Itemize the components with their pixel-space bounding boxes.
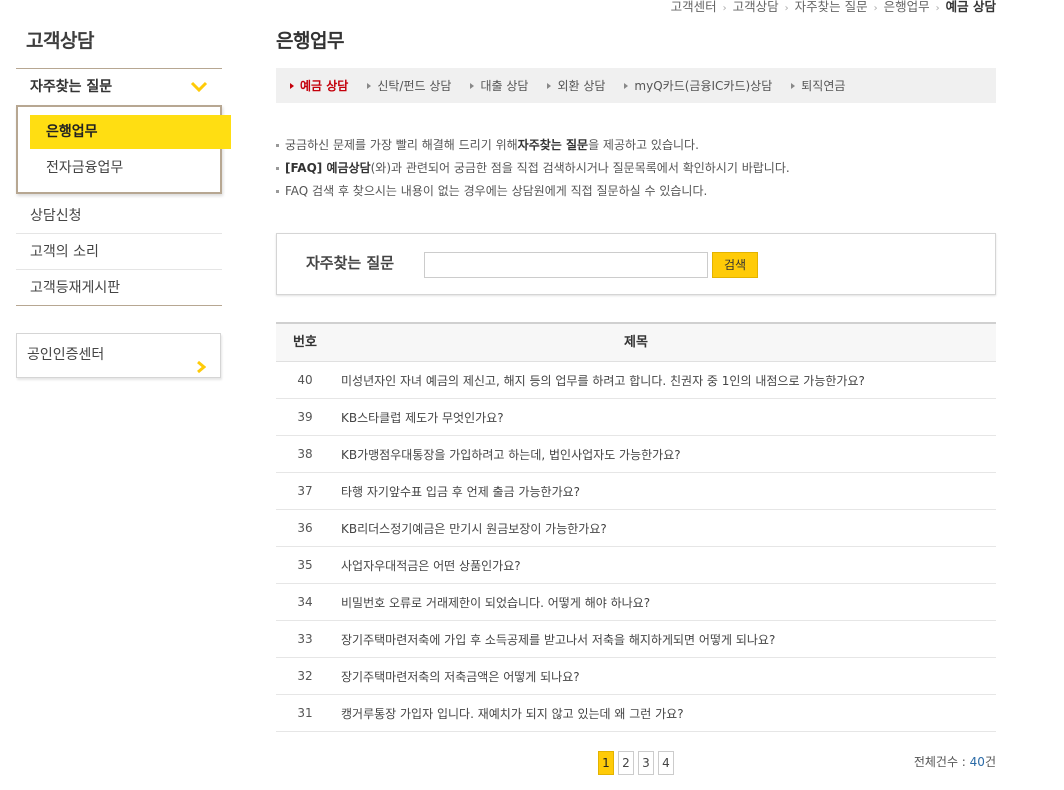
total-count-label: 전체건수 : [913, 755, 970, 769]
row-title-link[interactable]: 사업자우대적금은 어떤 상품인가요? [334, 557, 521, 574]
table-row[interactable]: 34 비밀번호 오류로 거래제한이 되었습니다. 어떻게 해야 하나요? [276, 584, 996, 621]
pagination: 1 2 3 4 [598, 751, 678, 775]
tab-loan[interactable]: 대출 상담 [470, 77, 528, 94]
row-number: 35 [297, 558, 313, 572]
table-row[interactable]: 37 타행 자기앞수표 입금 후 언제 출금 가능한가요? [276, 473, 996, 510]
table-row[interactable]: 31 캥거루통장 가입자 입니다. 재예치가 되지 않고 있는데 왜 그런 가요? [276, 695, 996, 732]
tab-label: 퇴직연금 [801, 79, 846, 93]
chevron-right-icon: › [873, 3, 878, 14]
sidebar-item-faq[interactable]: 자주찾는 질문 [16, 69, 222, 105]
row-title-link[interactable]: 캥거루통장 가입자 입니다. 재예치가 되지 않고 있는데 왜 그런 가요? [334, 705, 684, 722]
triangle-right-icon [547, 82, 552, 89]
row-title-link[interactable]: 장기주택마련저축의 저축금액은 어떻게 되나요? [334, 668, 580, 685]
chevron-right-icon: › [784, 3, 789, 14]
tab-trust-fund[interactable]: 신탁/펀드 상담 [367, 77, 451, 94]
chevron-right-icon: › [935, 3, 940, 14]
notice-item: FAQ 검색 후 찾으시는 내용이 없는 경우에는 상담원에게 직접 질문하실 … [276, 180, 790, 203]
chevron-right-icon [196, 349, 207, 391]
row-number: 36 [297, 521, 313, 535]
tab-label: 대출 상담 [480, 79, 529, 93]
breadcrumb-item[interactable]: 자주찾는 질문 [795, 0, 868, 14]
page-button-current[interactable]: 1 [598, 751, 614, 775]
sidebar-item-label: 자주찾는 질문 [30, 79, 113, 95]
row-title-link[interactable]: 장기주택마련저축에 가입 후 소득공제를 받고나서 저축을 해지하게되면 어떻게… [334, 631, 775, 648]
bullet-icon [276, 167, 279, 170]
row-number: 40 [297, 373, 313, 387]
notice-list: 궁금하신 문제를 가장 빨리 해결해 드리기 위해 자주찾는 질문 을 제공하고 … [276, 134, 790, 203]
chevron-right-icon: › [722, 3, 727, 14]
faq-submenu: 은행업무 전자금융업무 [16, 105, 231, 194]
tab-label: myQ카드(금융IC카드)상담 [634, 79, 773, 93]
tab-deposit[interactable]: 예금 상담 [290, 77, 348, 94]
faq-table: 번호 제목 40 미성년자인 자녀 예금의 제신고, 해지 등의 업무를 하려고 … [276, 322, 996, 732]
table-row[interactable]: 36 KB리더스정기예금은 만기시 원금보장이 가능한가요? [276, 510, 996, 547]
tab-label: 예금 상담 [300, 79, 349, 93]
row-number: 32 [297, 669, 313, 683]
row-title-link[interactable]: 미성년자인 자녀 예금의 제신고, 해지 등의 업무를 하려고 합니다. 친권자… [334, 372, 865, 389]
breadcrumb-item[interactable]: 고객센터 [671, 0, 717, 14]
triangle-right-icon [470, 82, 475, 89]
row-number: 38 [297, 447, 313, 461]
row-number: 34 [297, 595, 313, 609]
notice-item: 궁금하신 문제를 가장 빨리 해결해 드리기 위해 자주찾는 질문 을 제공하고 … [276, 134, 790, 157]
bullet-icon [276, 190, 279, 193]
breadcrumb-current: 예금 상담 [945, 0, 996, 14]
category-tabs: 예금 상담 신탁/펀드 상담 대출 상담 외환 상담 myQ카드(금융IC카드)… [276, 68, 996, 103]
submenu-item-ebanking[interactable]: 전자금융업무 [30, 151, 123, 185]
breadcrumb-item[interactable]: 은행업무 [884, 0, 930, 14]
tab-foreign-exchange[interactable]: 외환 상담 [547, 77, 605, 94]
row-title-link[interactable]: 비밀번호 오류로 거래제한이 되었습니다. 어떻게 해야 하나요? [334, 594, 650, 611]
row-number: 37 [297, 484, 313, 498]
total-count-unit: 건 [984, 755, 996, 769]
row-number: 39 [297, 410, 313, 424]
notice-item: [FAQ] 예금상담 (와)과 관련되어 궁금한 점을 직접 검색하시거나 질문목… [276, 157, 790, 180]
bullet-icon [276, 144, 279, 147]
page-button[interactable]: 3 [638, 751, 654, 775]
row-number: 31 [297, 706, 313, 720]
row-title-link[interactable]: KB스타클럽 제도가 무엇인가요? [334, 409, 504, 426]
tab-label: 신탁/펀드 상담 [377, 79, 452, 93]
breadcrumb: 고객센터 › 고객상담 › 자주찾는 질문 › 은행업무 › 예금 상담 [671, 0, 996, 15]
page-title: 은행업무 [276, 30, 344, 52]
chevron-down-icon [188, 69, 210, 105]
cert-center-link[interactable]: 공인인증센터 [16, 333, 221, 378]
search-label: 자주찾는 질문 [306, 254, 395, 272]
sidebar-item-registry-board[interactable]: 고객등재게시판 [16, 270, 222, 306]
sidebar-title: 고객상담 [26, 30, 94, 52]
tab-retirement-pension[interactable]: 퇴직연금 [791, 77, 845, 94]
breadcrumb-item[interactable]: 고객상담 [733, 0, 779, 14]
triangle-right-icon [290, 82, 294, 89]
table-row[interactable]: 39 KB스타클럽 제도가 무엇인가요? [276, 399, 996, 436]
tab-myq-card[interactable]: myQ카드(금융IC카드)상담 [624, 77, 772, 94]
page-button[interactable]: 2 [618, 751, 634, 775]
triangle-right-icon [367, 82, 372, 89]
sidebar-item-consult-request[interactable]: 상담신청 [16, 198, 222, 234]
table-header: 번호 제목 [276, 324, 996, 362]
table-row[interactable]: 32 장기주택마련저축의 저축금액은 어떻게 되나요? [276, 658, 996, 695]
row-title-link[interactable]: KB리더스정기예금은 만기시 원금보장이 가능한가요? [334, 520, 607, 537]
row-number: 33 [297, 632, 313, 646]
tab-label: 외환 상담 [557, 79, 606, 93]
table-row[interactable]: 33 장기주택마련저축에 가입 후 소득공제를 받고나서 저축을 해지하게되면 어… [276, 621, 996, 658]
column-header-number: 번호 [293, 335, 317, 350]
triangle-right-icon [624, 82, 629, 89]
cert-center-label: 공인인증센터 [27, 347, 105, 363]
sidebar-menu: 자주찾는 질문 은행업무 전자금융업무 상담신청 고객의 소리 고객등재게시판 [16, 68, 231, 306]
page-button[interactable]: 4 [658, 751, 674, 775]
column-header-title: 제목 [624, 335, 648, 350]
submenu-item-banking[interactable]: 은행업무 [30, 115, 231, 149]
row-title-link[interactable]: KB가맹점우대통장을 가입하려고 하는데, 법인사업자도 가능한가요? [334, 446, 681, 463]
triangle-right-icon [791, 82, 796, 89]
row-title-link[interactable]: 타행 자기앞수표 입금 후 언제 출금 가능한가요? [334, 483, 580, 500]
table-row[interactable]: 35 사업자우대적금은 어떤 상품인가요? [276, 547, 996, 584]
table-row[interactable]: 40 미성년자인 자녀 예금의 제신고, 해지 등의 업무를 하려고 합니다. 친… [276, 362, 996, 399]
total-count: 전체건수 : 40건 [914, 753, 996, 770]
table-row[interactable]: 38 KB가맹점우대통장을 가입하려고 하는데, 법인사업자도 가능한가요? [276, 436, 996, 473]
search-button[interactable]: 검색 [712, 252, 758, 278]
sidebar-item-customer-voice[interactable]: 고객의 소리 [16, 234, 222, 270]
faq-search-box: 자주찾는 질문 검색 [276, 233, 996, 295]
search-input[interactable] [424, 252, 708, 278]
total-count-value: 40 [969, 755, 985, 769]
